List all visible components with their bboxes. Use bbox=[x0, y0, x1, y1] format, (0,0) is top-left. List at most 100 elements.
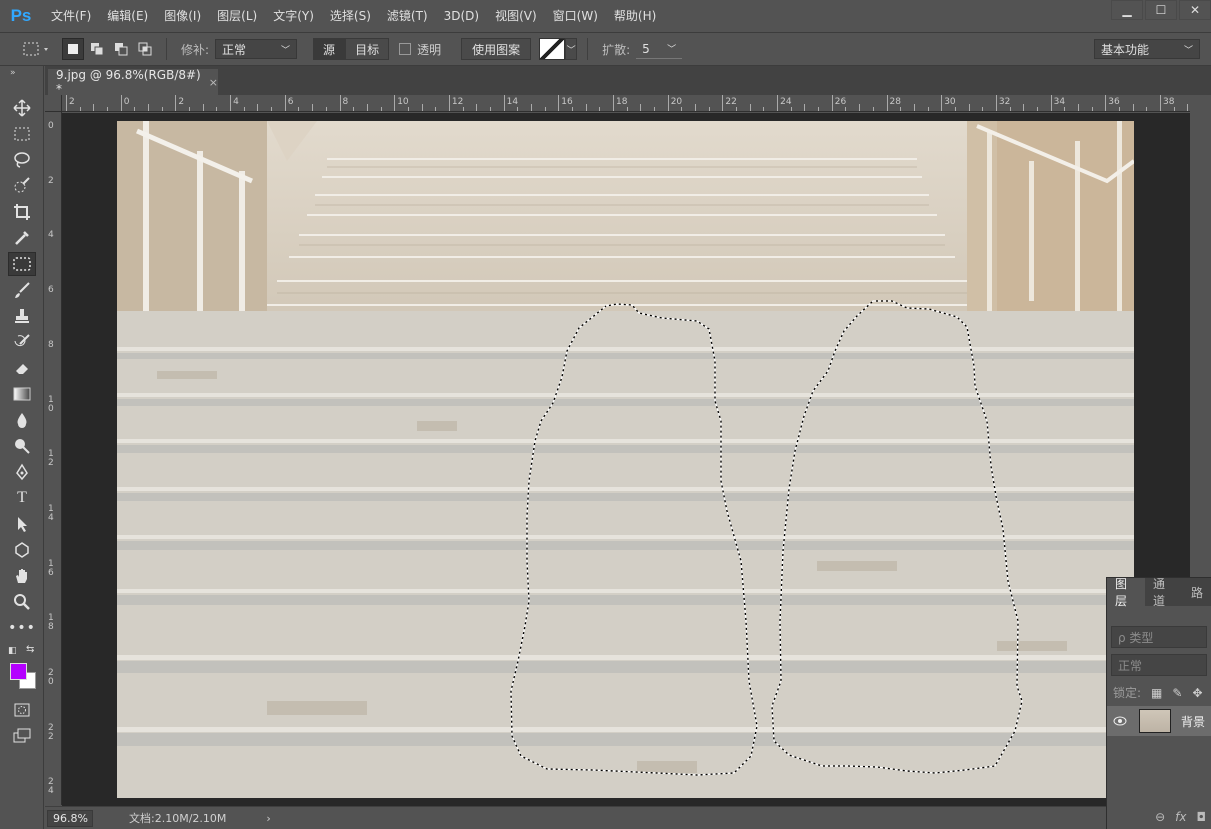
intersect-selection-mode-button[interactable] bbox=[134, 38, 156, 60]
dodge-tool-icon[interactable] bbox=[8, 434, 36, 458]
chevron-down-icon: ﹀ bbox=[281, 45, 291, 56]
vertical-ruler[interactable]: 024681012141618202224 bbox=[45, 112, 62, 805]
gradient-tool-icon[interactable] bbox=[8, 382, 36, 406]
layer-filter-select[interactable]: ρ 类型 bbox=[1111, 626, 1207, 648]
ruler-minor-tick bbox=[599, 107, 601, 111]
menu-type[interactable]: 文字(Y) bbox=[265, 0, 322, 32]
target-button[interactable]: 目标 bbox=[345, 38, 390, 60]
move-tool-icon[interactable] bbox=[8, 96, 36, 120]
restore-button[interactable]: ☐ bbox=[1145, 0, 1177, 20]
menu-file[interactable]: 文件(F) bbox=[43, 0, 99, 32]
clone-stamp-tool-icon[interactable] bbox=[8, 304, 36, 328]
ruler-minor-tick bbox=[189, 107, 191, 111]
lock-transparent-pixels-icon[interactable]: ▦ bbox=[1151, 686, 1162, 700]
horizontal-ruler[interactable]: 2 0 2 4 6 8 10 12 14 16 18 20 22 24 26 28 30 32 34 36 38 bbox=[62, 95, 1190, 112]
close-icon[interactable]: × bbox=[209, 76, 218, 89]
eye-icon[interactable] bbox=[1107, 716, 1133, 726]
blur-tool-icon[interactable] bbox=[8, 408, 36, 432]
lasso-tool-icon[interactable] bbox=[8, 148, 36, 172]
link-layers-icon[interactable]: ⊖ bbox=[1155, 810, 1165, 824]
menu-help[interactable]: 帮助(H) bbox=[606, 0, 664, 32]
minimize-button[interactable]: ▁ bbox=[1111, 0, 1143, 20]
lock-image-pixels-icon[interactable]: ✎ bbox=[1172, 686, 1182, 700]
default-colors-icon[interactable]: ◧ bbox=[8, 646, 17, 656]
shape-tool-icon[interactable] bbox=[8, 538, 36, 562]
ruler-tick-label: 12 bbox=[451, 97, 464, 107]
new-selection-mode-button[interactable] bbox=[62, 38, 84, 60]
layers-panel: 图层 通道 路 ρ 类型 正常 锁定: ▦ ✎ ✥ 背景 ⊖ fx ◘ bbox=[1106, 577, 1211, 829]
menu-image[interactable]: 图像(I) bbox=[156, 0, 209, 32]
chevron-down-icon: ﹀ bbox=[667, 45, 677, 55]
ruler-minor-tick bbox=[790, 107, 792, 111]
ruler-minor-tick bbox=[1146, 107, 1148, 111]
quick-selection-tool-icon[interactable] bbox=[8, 174, 36, 198]
transparent-checkbox[interactable] bbox=[399, 43, 412, 55]
menu-window[interactable]: 窗口(W) bbox=[545, 0, 606, 32]
eraser-tool-icon[interactable] bbox=[8, 356, 36, 380]
patch-tool-icon[interactable] bbox=[8, 252, 36, 276]
quick-mask-icon[interactable] bbox=[8, 698, 36, 722]
menu-3d[interactable]: 3D(D) bbox=[436, 0, 487, 32]
menu-layer[interactable]: 图层(L) bbox=[209, 0, 265, 32]
document-tab[interactable]: 9.jpg @ 96.8%(RGB/8#) * × bbox=[48, 68, 218, 96]
layer-row[interactable]: 背景 bbox=[1107, 706, 1211, 736]
menu-view[interactable]: 视图(V) bbox=[487, 0, 545, 32]
menu-select[interactable]: 选择(S) bbox=[322, 0, 379, 32]
zoom-level-input[interactable]: 96.8% bbox=[47, 809, 93, 827]
ruler-tick-label: 6 bbox=[48, 285, 54, 296]
pen-tool-icon[interactable] bbox=[8, 460, 36, 484]
ruler-minor-tick bbox=[585, 104, 587, 111]
add-selection-mode-button[interactable] bbox=[86, 38, 108, 60]
canvas-area[interactable] bbox=[62, 113, 1190, 806]
ruler-origin[interactable] bbox=[45, 95, 62, 112]
transparent-option[interactable]: 透明 bbox=[399, 41, 441, 58]
menu-filter[interactable]: 滤镜(T) bbox=[379, 0, 436, 32]
chevron-right-icon[interactable]: › bbox=[266, 812, 270, 825]
use-pattern-button[interactable]: 使用图案 bbox=[461, 38, 532, 60]
add-mask-icon[interactable]: ◘ bbox=[1197, 810, 1207, 824]
ruler-tick-label: 4 bbox=[233, 97, 239, 107]
foreground-color-swatch[interactable] bbox=[10, 663, 27, 680]
marquee-tool-icon[interactable] bbox=[8, 122, 36, 146]
expand-panel-icon[interactable]: » bbox=[10, 68, 16, 78]
hand-tool-icon[interactable] bbox=[8, 564, 36, 588]
screen-mode-icon[interactable] bbox=[8, 724, 36, 748]
source-target-toggle: 源 目标 bbox=[313, 38, 390, 60]
document-image[interactable] bbox=[117, 121, 1134, 798]
patch-tool-preset-icon[interactable] bbox=[22, 38, 60, 60]
panel-footer: ⊖ fx ◘ bbox=[1107, 805, 1211, 829]
ruler-minor-tick bbox=[407, 107, 409, 111]
chevron-down-icon[interactable]: ﹀ bbox=[565, 38, 578, 60]
path-selection-tool-icon[interactable] bbox=[8, 512, 36, 536]
subtract-selection-mode-button[interactable] bbox=[110, 38, 132, 60]
patch-mode-select[interactable]: 正常 ﹀ bbox=[215, 39, 298, 59]
pattern-swatch[interactable] bbox=[539, 38, 566, 60]
spread-select[interactable]: 5 ﹀ bbox=[636, 39, 683, 59]
ruler-minor-tick bbox=[654, 107, 656, 111]
workspace-select[interactable]: 基本功能 ﹀ bbox=[1094, 39, 1200, 59]
tab-channels[interactable]: 通道 bbox=[1145, 577, 1183, 608]
fx-icon[interactable]: fx bbox=[1175, 810, 1186, 824]
divider bbox=[166, 38, 167, 60]
eyedropper-tool-icon[interactable] bbox=[8, 226, 36, 250]
crop-tool-icon[interactable] bbox=[8, 200, 36, 224]
zoom-tool-icon[interactable] bbox=[8, 590, 36, 614]
close-button[interactable]: ✕ bbox=[1179, 0, 1211, 20]
blend-mode-select[interactable]: 正常 bbox=[1111, 654, 1207, 676]
ruler-minor-tick bbox=[913, 104, 915, 111]
lock-position-icon[interactable]: ✥ bbox=[1192, 686, 1202, 700]
swap-colors-icon[interactable]: ⇆ bbox=[26, 644, 34, 655]
tab-paths[interactable]: 路 bbox=[1183, 578, 1211, 606]
history-brush-tool-icon[interactable] bbox=[8, 330, 36, 354]
ruler-tick-label: 20 bbox=[48, 668, 54, 687]
tab-layers[interactable]: 图层 bbox=[1107, 577, 1145, 608]
ruler-tick-label: 0 bbox=[123, 97, 130, 107]
more-tools-icon[interactable]: ••• bbox=[8, 616, 36, 640]
type-tool-icon[interactable]: T bbox=[8, 486, 36, 510]
brush-tool-icon[interactable] bbox=[8, 278, 36, 302]
menu-edit[interactable]: 编辑(E) bbox=[99, 0, 156, 32]
ruler-minor-tick bbox=[148, 104, 150, 111]
source-button[interactable]: 源 bbox=[313, 38, 346, 60]
ruler-minor-tick bbox=[476, 104, 478, 111]
ruler-tick bbox=[613, 95, 614, 111]
